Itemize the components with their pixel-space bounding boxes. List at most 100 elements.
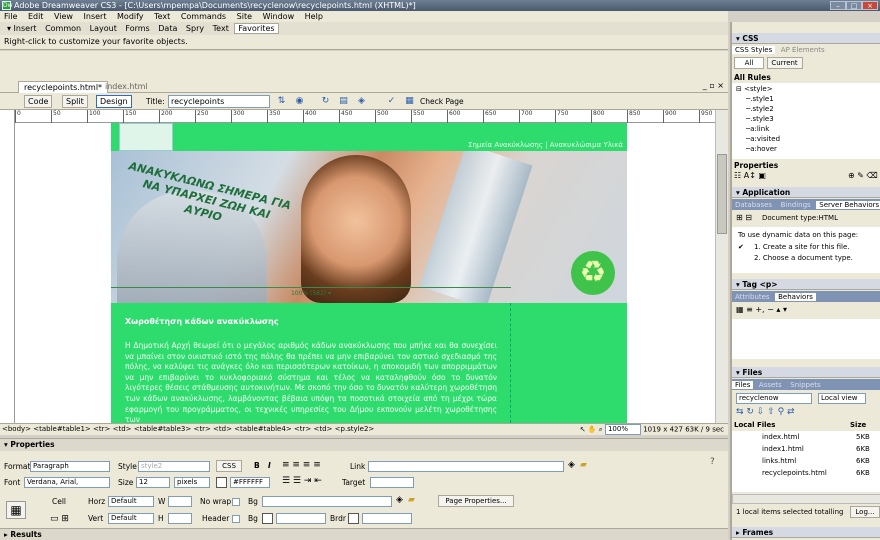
add-remove-icon[interactable]: ⊞ ⊟ [736,213,752,222]
text-color-input[interactable]: #FFFFFF [230,477,270,488]
menu-edit[interactable]: Edit [24,12,48,21]
view-options-icon[interactable]: ▤ [338,96,349,107]
tab-server-behaviors[interactable]: Server Behaviors [816,201,880,209]
files-toolbar-icon[interactable]: ⇆ ↻ ⇩ ⇧ ⚲ ⇄ [736,407,795,417]
site-select[interactable]: recyclenow [736,393,812,404]
unit-select[interactable]: pixels [174,477,210,488]
menu-site[interactable]: Site [233,12,256,21]
top-nav-links[interactable]: Σημεία Ανακύκλωσης | Ανακυκλώσιμα Υλικά [468,141,623,149]
file-management-icon[interactable]: ⇅ [276,96,287,107]
tag-inspector-header[interactable]: ▾ Tag <p> [732,279,880,290]
list-indent-icon[interactable]: ☰ ☰ ⇥ ⇤ [282,476,322,486]
visual-aids-icon[interactable]: ◈ [356,96,367,107]
folder-icon[interactable]: ▰ [408,495,415,505]
zoom-tool-icon[interactable]: ⌕ [599,426,603,434]
tab-ap-elements[interactable]: AP Elements [778,46,828,54]
italic-button[interactable]: I [268,461,271,470]
check-page-button[interactable]: Check Page [420,97,464,106]
refresh-icon[interactable]: ↻ [320,96,331,107]
border-color-input[interactable] [362,513,412,524]
css-toolbar-icon[interactable]: ☷ A↕ ▣ [734,171,766,180]
css-button[interactable]: CSS [216,460,242,472]
file-row[interactable]: index.html 5KB [732,432,880,443]
results-panel-header[interactable]: ▸ Results [0,528,728,540]
bg-color-swatch[interactable] [262,513,273,524]
rule-style2[interactable]: ─.style2 [746,105,774,113]
file-row[interactable]: recyclepoints.html 6KB [732,468,880,479]
content-paragraph[interactable]: Η Δημοτική Αρχή θεωρεί ότι ο μεγάλος αρι… [125,341,497,423]
tag-selector[interactable]: <body> <table#table1> <tr> <td> <table#t… [2,424,374,435]
point-to-file-icon[interactable]: ◈ [568,460,575,470]
menu-help[interactable]: Help [301,12,327,21]
close-button[interactable]: × [862,1,878,10]
page-properties-button[interactable]: Page Properties... [438,495,514,507]
tab-snippets[interactable]: Snippets [787,381,823,389]
point-file-icon[interactable]: ◈ [396,495,403,505]
tab-spry[interactable]: Spry [183,24,207,33]
tab-bindings[interactable]: Bindings [778,201,814,209]
menu-window[interactable]: Window [259,12,299,21]
rule-a-link[interactable]: ─a:link [746,125,769,133]
help-icon[interactable]: ? [710,457,715,467]
css-actions-icon[interactable]: ⊕ ✎ ⌫ [848,171,878,180]
window-size[interactable]: 1019 x 427 [643,426,683,434]
minimize-button[interactable]: – [830,1,846,10]
link-input[interactable] [368,461,564,472]
browse-folder-icon[interactable]: ▰ [580,460,587,470]
behaviors-toolbar-icon[interactable]: ▦ ≡ +, − ▴ ▾ [736,305,787,314]
rule-a-hover[interactable]: ─a:hover [746,145,777,153]
bold-button[interactable]: B [254,461,260,470]
application-header[interactable]: ▾ Application [732,187,880,198]
tab-text[interactable]: Text [210,24,232,33]
menu-commands[interactable]: Commands [177,12,230,21]
doc-window-controls-icon[interactable]: _ ▫ × [703,81,724,90]
target-select[interactable] [370,477,414,488]
view-select[interactable]: Local view [818,393,866,404]
menu-insert[interactable]: Insert [80,12,111,21]
style-select[interactable]: style2 [138,461,210,472]
code-view-button[interactable]: Code [24,95,53,108]
rule-a-visited[interactable]: ─a:visited [746,135,780,143]
split-view-button[interactable]: Split [62,95,88,108]
horz-select[interactable]: Default [108,496,154,507]
text-color-swatch[interactable] [216,477,227,488]
hand-tool-icon[interactable]: ✋ [588,426,597,434]
tab-files[interactable]: Files [732,381,754,389]
rule-style1[interactable]: ─.style1 [746,95,774,103]
tab-attributes[interactable]: Attributes [732,293,773,301]
file-row[interactable]: links.html 6KB [732,456,880,467]
format-select[interactable]: Paragraph [30,461,110,472]
step-choose-doctype[interactable]: 2. Choose a document type. [754,254,853,262]
menu-view[interactable]: View [50,12,77,21]
bg-image-input[interactable] [262,496,392,507]
tab-common[interactable]: Common [42,24,84,33]
content-cell[interactable]: Χωροθέτηση κάδων ανακύκλωσης Η Δημοτική … [111,303,511,423]
all-button[interactable]: All [734,57,764,69]
menu-text[interactable]: Text [150,12,174,21]
size-select[interactable]: 12 [136,477,170,488]
header-checkbox[interactable] [232,515,240,523]
check-browser-icon[interactable]: ▦ [404,96,415,107]
properties-header[interactable]: ▾ Properties [0,439,728,451]
tab-forms[interactable]: Forms [122,24,152,33]
nowrap-checkbox[interactable] [232,498,240,506]
log-button[interactable]: Log... [850,506,880,518]
tab-layout[interactable]: Layout [87,24,120,33]
validate-icon[interactable]: ✓ [386,96,397,107]
menu-file[interactable]: File [0,12,21,21]
height-input[interactable] [168,513,192,524]
tab-favorites[interactable]: Favorites [234,23,279,34]
bg-color-input[interactable] [276,513,326,524]
doc-tab-recyclepoints[interactable]: recyclepoints.html* [18,81,109,93]
select-tool-icon[interactable]: ↖ [580,426,586,434]
merge-split-icon[interactable]: ▭ ⊞ [50,514,69,524]
design-canvas[interactable]: Σημεία Ανακύκλωσης | Ανακυκλώσιμα Υλικά … [15,123,715,423]
page-title-input[interactable]: recyclepoints [168,95,270,108]
tab-data[interactable]: Data [155,24,180,33]
rule-style3[interactable]: ─.style3 [746,115,774,123]
canvas-scrollbar[interactable] [715,110,728,423]
zoom-select[interactable]: 100% [604,424,641,435]
border-color-swatch[interactable] [348,513,359,524]
align-buttons-icon[interactable]: ≡ ≡ ≡ ≡ [282,460,321,470]
scrollbar-thumb[interactable] [717,154,727,234]
